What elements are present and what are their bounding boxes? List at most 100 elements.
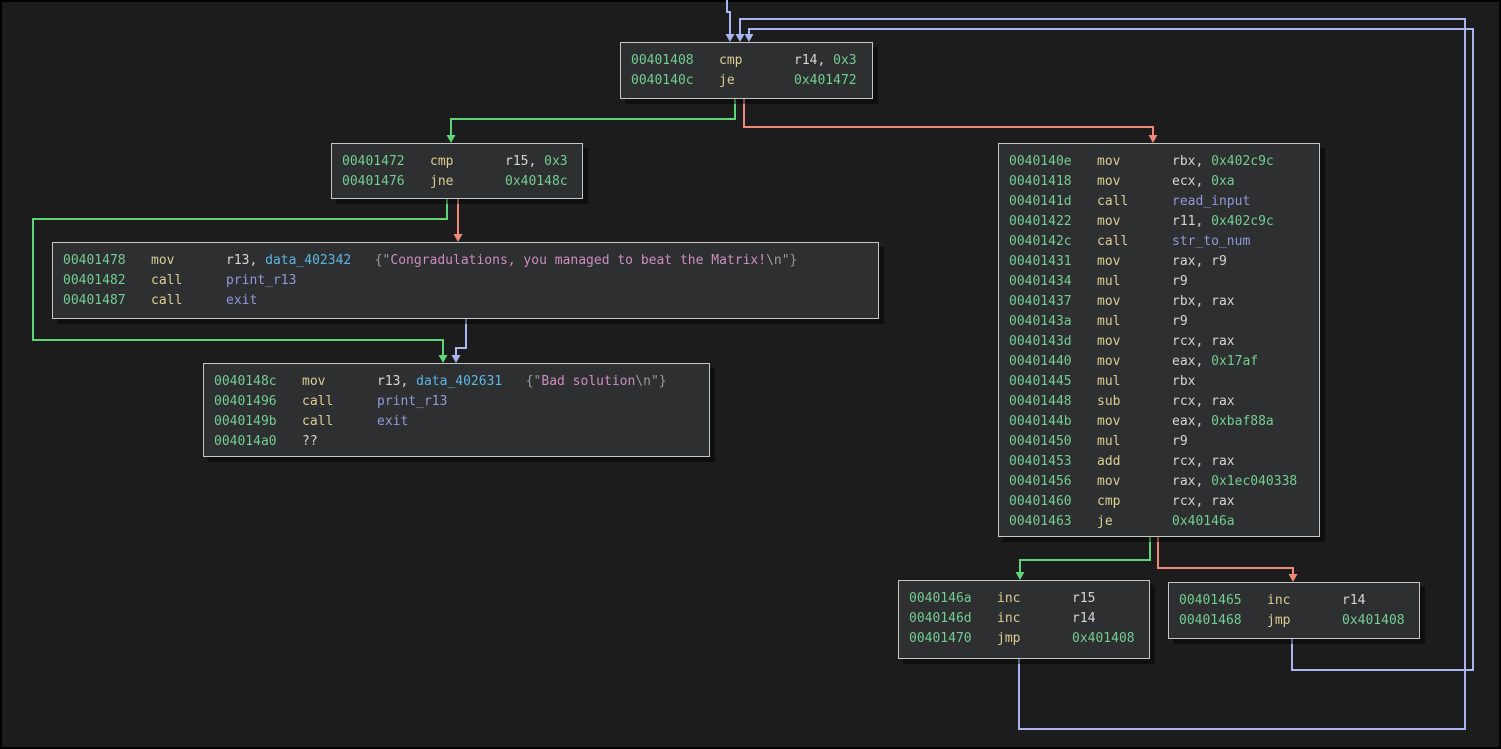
instruction-00401431[interactable]: 00401431movrax, r9	[1009, 252, 1319, 272]
fn-token[interactable]: exit	[377, 414, 408, 429]
address-token[interactable]: 0040149b	[214, 412, 302, 432]
instruction-0040146d[interactable]: 0040146dincr14	[909, 609, 1149, 629]
num-token[interactable]: 0x401472	[794, 73, 857, 88]
instruction-00401465[interactable]: 00401465incr14	[1179, 591, 1419, 611]
instruction-00401448[interactable]: 00401448subrcx, rax	[1009, 392, 1319, 412]
basic-block-00401465[interactable]: 00401465incr1400401468jmp0x401408	[1168, 582, 1420, 639]
address-token[interactable]: 00401482	[63, 271, 151, 291]
address-token[interactable]: 00401418	[1009, 172, 1097, 192]
address-token[interactable]: 00401448	[1009, 392, 1097, 412]
instruction-00401476[interactable]: 00401476jne0x40148c	[342, 172, 582, 192]
address-token[interactable]: 0040144b	[1009, 412, 1097, 432]
instruction-0040143d[interactable]: 0040143dmovrcx, rax	[1009, 332, 1319, 352]
num-token[interactable]: 0x3	[544, 154, 567, 169]
instruction-0040142c[interactable]: 0040142ccallstr_to_num	[1009, 232, 1319, 252]
address-token[interactable]: 0040143a	[1009, 312, 1097, 332]
address-token[interactable]: 00401450	[1009, 432, 1097, 452]
instruction-00401478[interactable]: 00401478movr13, data_402342 {"Congradula…	[63, 251, 878, 271]
instruction-00401445[interactable]: 00401445mulrbx	[1009, 372, 1319, 392]
address-token[interactable]: 00401468	[1179, 611, 1267, 631]
address-token[interactable]: 00401465	[1179, 591, 1267, 611]
address-token[interactable]: 0040143d	[1009, 332, 1097, 352]
instruction-0040140c[interactable]: 0040140cje0x401472	[631, 71, 872, 91]
num-token[interactable]: 0x401408	[1342, 613, 1405, 628]
address-token[interactable]: 00401476	[342, 172, 430, 192]
address-token[interactable]: 00401460	[1009, 492, 1097, 512]
address-token[interactable]: 00401434	[1009, 272, 1097, 292]
address-token[interactable]: 00401472	[342, 152, 430, 172]
address-token[interactable]: 00401408	[631, 51, 719, 71]
address-token[interactable]: 0040141d	[1009, 192, 1097, 212]
instruction-00401440[interactable]: 00401440moveax, 0x17af	[1009, 352, 1319, 372]
instruction-00401408[interactable]: 00401408cmpr14, 0x3	[631, 51, 872, 71]
address-token[interactable]: 00401437	[1009, 292, 1097, 312]
address-token[interactable]: 00401463	[1009, 512, 1097, 532]
num-token[interactable]: 0x40146a	[1172, 514, 1235, 529]
fn-token[interactable]: print_r13	[377, 394, 447, 409]
instruction-00401482[interactable]: 00401482callprint_r13	[63, 271, 878, 291]
address-token[interactable]: 00401470	[909, 629, 997, 649]
instruction-00401468[interactable]: 00401468jmp0x401408	[1179, 611, 1419, 631]
fn-token[interactable]: read_input	[1172, 194, 1250, 209]
basic-block-0040146a[interactable]: 0040146aincr150040146dincr1400401470jmp0…	[898, 580, 1150, 659]
instruction-00401437[interactable]: 00401437movrbx, rax	[1009, 292, 1319, 312]
instruction-00401487[interactable]: 00401487callexit	[63, 291, 878, 311]
instruction-00401450[interactable]: 00401450mulr9	[1009, 432, 1319, 452]
address-token[interactable]: 0040140c	[631, 71, 719, 91]
instruction-0040144b[interactable]: 0040144bmoveax, 0xbaf88a	[1009, 412, 1319, 432]
instruction-00401434[interactable]: 00401434mulr9	[1009, 272, 1319, 292]
sym-token[interactable]: data_402342	[265, 253, 351, 268]
num-token[interactable]: 0x402c9c	[1211, 214, 1274, 229]
instruction-00401463[interactable]: 00401463je0x40146a	[1009, 512, 1319, 532]
basic-block-00401478[interactable]: 00401478movr13, data_402342 {"Congradula…	[52, 242, 879, 319]
num-token[interactable]: 0xbaf88a	[1211, 414, 1274, 429]
num-token[interactable]: 0x402c9c	[1211, 154, 1274, 169]
address-token[interactable]: 0040148c	[214, 372, 302, 392]
num-token[interactable]: 0x3	[833, 53, 856, 68]
instruction-004014a0[interactable]: 004014a0??	[214, 432, 709, 452]
basic-block-0040148c[interactable]: 0040148cmovr13, data_402631 {"Bad soluti…	[203, 363, 710, 457]
fn-token[interactable]: print_r13	[226, 273, 296, 288]
basic-block-00401408[interactable]: 00401408cmpr14, 0x30040140cje0x401472	[620, 42, 873, 99]
instruction-00401470[interactable]: 00401470jmp0x401408	[909, 629, 1149, 649]
instruction-00401453[interactable]: 00401453addrcx, rax	[1009, 452, 1319, 472]
address-token[interactable]: 0040142c	[1009, 232, 1097, 252]
instruction-0040146a[interactable]: 0040146aincr15	[909, 589, 1149, 609]
instruction-00401418[interactable]: 00401418movecx, 0xa	[1009, 172, 1319, 192]
basic-block-0040140e[interactable]: 0040140emovrbx, 0x402c9c00401418movecx, …	[998, 143, 1320, 537]
address-token[interactable]: 00401440	[1009, 352, 1097, 372]
address-token[interactable]: 0040146a	[909, 589, 997, 609]
address-token[interactable]: 0040140e	[1009, 152, 1097, 172]
address-token[interactable]: 00401445	[1009, 372, 1097, 392]
instruction-00401422[interactable]: 00401422movr11, 0x402c9c	[1009, 212, 1319, 232]
instruction-0040148c[interactable]: 0040148cmovr13, data_402631 {"Bad soluti…	[214, 372, 709, 392]
basic-block-00401472[interactable]: 00401472cmpr15, 0x300401476jne0x40148c	[331, 143, 583, 199]
instruction-00401456[interactable]: 00401456movrax, 0x1ec040338	[1009, 472, 1319, 492]
graph-view-canvas[interactable]: 00401408cmpr14, 0x30040140cje0x401472004…	[0, 0, 1501, 749]
instruction-0040149b[interactable]: 0040149bcallexit	[214, 412, 709, 432]
num-token[interactable]: 0xa	[1211, 174, 1234, 189]
instruction-00401496[interactable]: 00401496callprint_r13	[214, 392, 709, 412]
fn-token[interactable]: str_to_num	[1172, 234, 1250, 249]
num-token[interactable]: 0x17af	[1211, 354, 1258, 369]
instruction-00401472[interactable]: 00401472cmpr15, 0x3	[342, 152, 582, 172]
address-token[interactable]: 00401456	[1009, 472, 1097, 492]
punct-token: \n	[635, 374, 651, 389]
address-token[interactable]: 00401487	[63, 291, 151, 311]
num-token[interactable]: 0x401408	[1072, 631, 1135, 646]
instruction-00401460[interactable]: 00401460cmprcx, rax	[1009, 492, 1319, 512]
instruction-0040140e[interactable]: 0040140emovrbx, 0x402c9c	[1009, 152, 1319, 172]
fn-token[interactable]: exit	[226, 293, 257, 308]
address-token[interactable]: 00401453	[1009, 452, 1097, 472]
address-token[interactable]: 00401431	[1009, 252, 1097, 272]
instruction-0040141d[interactable]: 0040141dcallread_input	[1009, 192, 1319, 212]
instruction-0040143a[interactable]: 0040143amulr9	[1009, 312, 1319, 332]
num-token[interactable]: 0x1ec040338	[1211, 474, 1297, 489]
address-token[interactable]: 00401478	[63, 251, 151, 271]
num-token[interactable]: 0x40148c	[505, 174, 568, 189]
address-token[interactable]: 0040146d	[909, 609, 997, 629]
sym-token[interactable]: data_402631	[416, 374, 502, 389]
address-token[interactable]: 004014a0	[214, 432, 302, 452]
address-token[interactable]: 00401496	[214, 392, 302, 412]
address-token[interactable]: 00401422	[1009, 212, 1097, 232]
